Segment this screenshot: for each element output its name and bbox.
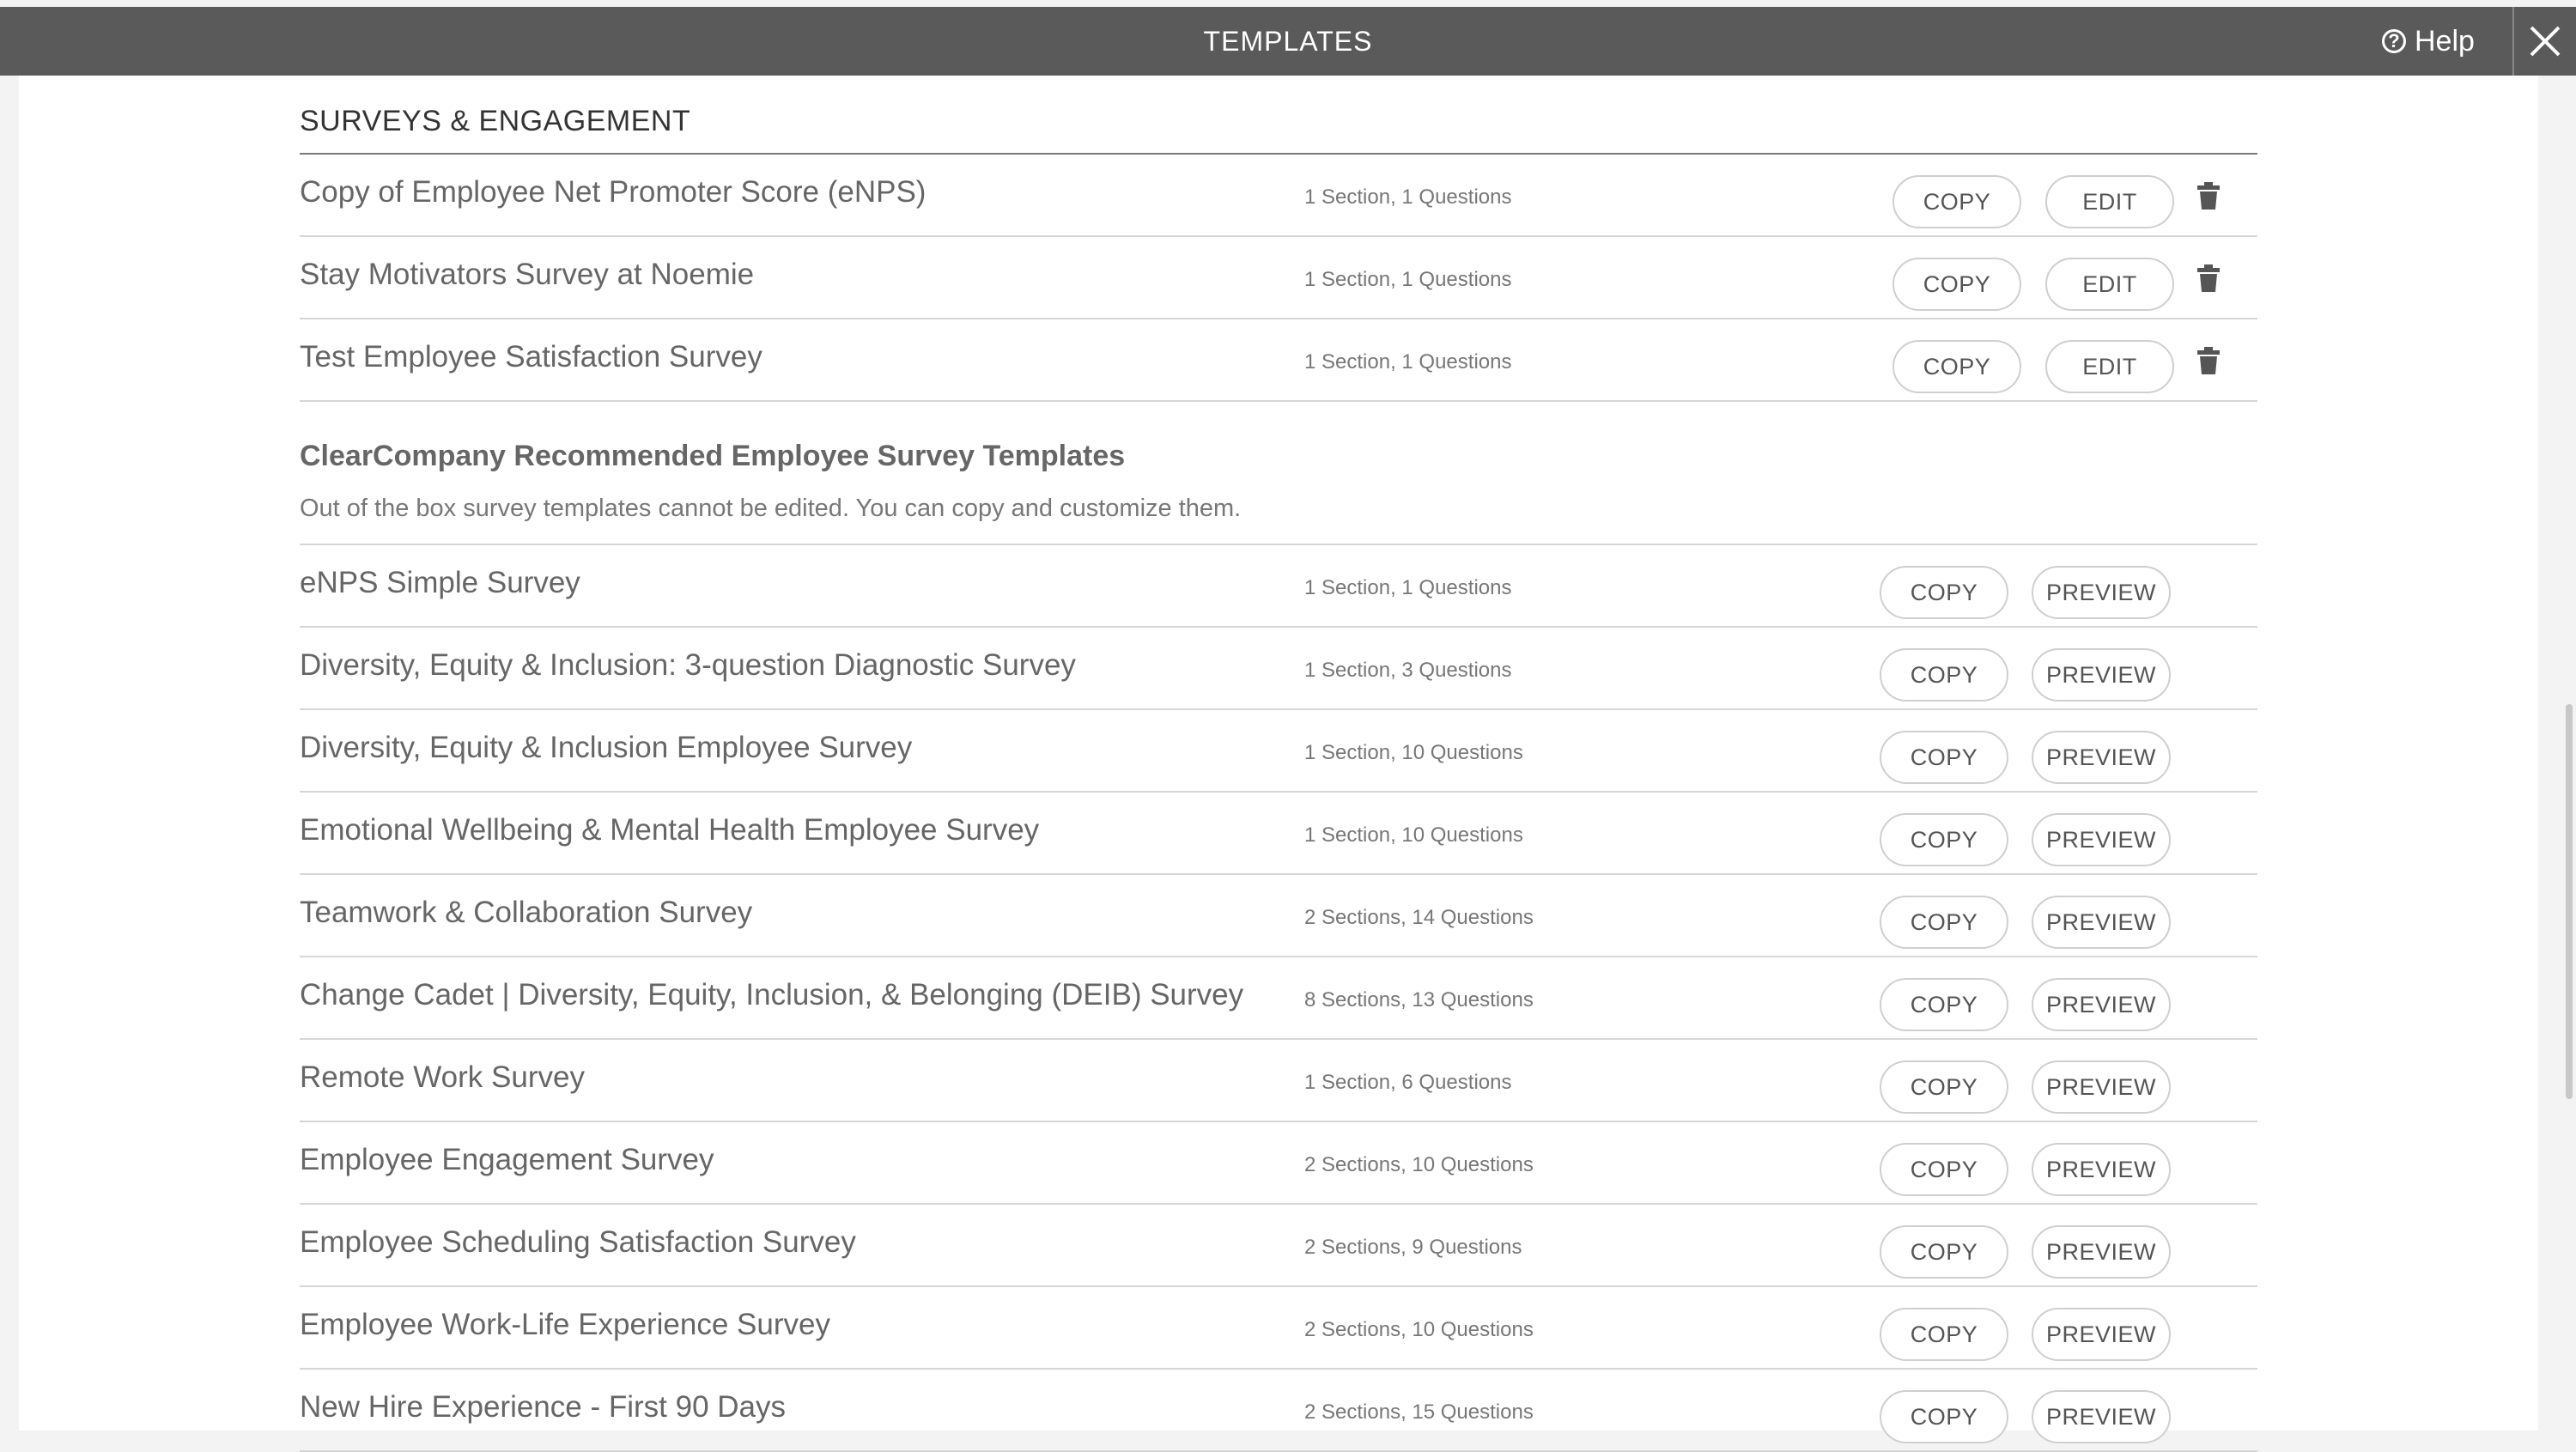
template-meta: 2 Sections, 14 Questions [1304,906,1534,929]
template-meta: 1 Section, 1 Questions [1304,576,1512,599]
template-row: Test Employee Satisfaction Survey 1 Secti… [300,319,2257,402]
preview-button[interactable]: PREVIEW [2032,566,2171,619]
template-row: Copy of Employee Net Promoter Score (eNP… [300,155,2257,237]
template-name: eNPS Simple Survey [300,566,580,599]
scrollbar-thumb[interactable] [2566,704,2573,1099]
close-icon [2530,26,2561,57]
recommended-row: New Hire Experience - First 90 Days 2 Sec… [300,1370,2257,1452]
recommended-row: Employee Work-Life Experience Survey 2 Se… [300,1287,2257,1370]
template-meta: 2 Sections, 9 Questions [1304,1236,1522,1259]
copy-button[interactable]: COPY [1880,731,2008,784]
template-row: Stay Motivators Survey at Noemie 1 Sectio… [300,237,2257,319]
trash-icon[interactable] [2197,182,2220,210]
trash-icon[interactable] [2197,264,2220,292]
template-meta: 1 Section, 10 Questions [1304,823,1523,847]
template-meta: 1 Section, 10 Questions [1304,741,1523,764]
copy-button[interactable]: COPY [1880,813,2008,866]
copy-button[interactable]: COPY [1893,175,2021,228]
section-title: SURVEYS & ENGAGEMENT [300,105,691,137]
template-name: Employee Engagement Survey [300,1143,714,1176]
preview-button[interactable]: PREVIEW [2032,731,2171,784]
copy-button[interactable]: COPY [1880,1308,2008,1361]
recommended-row: Employee Engagement Survey 2 Sections, 10… [300,1122,2257,1205]
preview-button[interactable]: PREVIEW [2032,1225,2171,1279]
template-name: Emotional Wellbeing & Mental Health Empl… [300,813,1040,847]
template-meta: 1 Section, 6 Questions [1304,1071,1512,1094]
preview-button[interactable]: PREVIEW [2032,1143,2171,1196]
copy-button[interactable]: COPY [1880,1225,2008,1279]
template-name: Remote Work Survey [300,1060,585,1094]
copy-button[interactable]: COPY [1880,978,2008,1031]
copy-button[interactable]: COPY [1880,648,2008,702]
template-meta: 2 Sections, 10 Questions [1304,1318,1534,1341]
template-name: New Hire Experience - First 90 Days [300,1390,786,1424]
recommended-subtitle: Out of the box survey templates cannot b… [300,495,1242,522]
help-button[interactable]: ? Help [2382,7,2485,76]
copy-button[interactable]: COPY [1893,340,2021,393]
recommended-row: Diversity, Equity & Inclusion Employee S… [300,710,2257,793]
template-name: Employee Work-Life Experience Survey [300,1308,830,1341]
template-name: Teamwork & Collaboration Survey [300,896,753,929]
copy-button[interactable]: COPY [1880,1390,2008,1443]
template-meta: 1 Section, 1 Questions [1304,350,1512,374]
recommended-row: eNPS Simple Survey 1 Section, 1 Questions… [300,545,2257,628]
recommended-row: Emotional Wellbeing & Mental Health Empl… [300,793,2257,875]
preview-button[interactable]: PREVIEW [2032,1060,2171,1114]
header-bar: TEMPLATES ? Help [0,7,2576,76]
edit-button[interactable]: EDIT [2045,175,2174,228]
edit-button[interactable]: EDIT [2045,258,2174,311]
template-name: Diversity, Equity & Inclusion Employee S… [300,731,913,764]
template-meta: 1 Section, 1 Questions [1304,185,1512,209]
recommended-row: Teamwork & Collaboration Survey 2 Section… [300,875,2257,957]
template-name: Change Cadet | Diversity, Equity, Inclus… [300,978,1244,1012]
preview-button[interactable]: PREVIEW [2032,978,2171,1031]
recommended-row: Diversity, Equity & Inclusion: 3-questio… [300,628,2257,710]
copy-button[interactable]: COPY [1880,896,2008,949]
recommended-row: Employee Scheduling Satisfaction Survey 2… [300,1205,2257,1287]
template-name: Diversity, Equity & Inclusion: 3-questio… [300,648,1076,682]
recommended-title: ClearCompany Recommended Employee Survey… [300,440,1126,472]
help-label: Help [2415,24,2475,58]
edit-button[interactable]: EDIT [2045,340,2174,393]
recommended-row: Remote Work Survey 1 Section, 6 Questions… [300,1040,2257,1122]
page-title: TEMPLATES [1203,26,1373,57]
preview-button[interactable]: PREVIEW [2032,648,2171,702]
preview-button[interactable]: PREVIEW [2032,1390,2171,1443]
close-button[interactable] [2514,7,2576,76]
copy-button[interactable]: COPY [1880,1060,2008,1114]
recommended-row: Change Cadet | Diversity, Equity, Inclus… [300,957,2257,1040]
template-name: Test Employee Satisfaction Survey [300,340,762,374]
template-meta: 2 Sections, 10 Questions [1304,1153,1534,1176]
template-name: Copy of Employee Net Promoter Score (eNP… [300,175,927,209]
template-name: Employee Scheduling Satisfaction Survey [300,1225,856,1259]
copy-button[interactable]: COPY [1893,258,2021,311]
template-meta: 1 Section, 1 Questions [1304,268,1512,291]
template-meta: 8 Sections, 13 Questions [1304,988,1534,1012]
trash-icon[interactable] [2197,347,2220,374]
preview-button[interactable]: PREVIEW [2032,813,2171,866]
preview-button[interactable]: PREVIEW [2032,1308,2171,1361]
template-meta: 1 Section, 3 Questions [1304,659,1512,682]
preview-button[interactable]: PREVIEW [2032,896,2171,949]
copy-button[interactable]: COPY [1880,1143,2008,1196]
help-icon: ? [2382,29,2406,53]
copy-button[interactable]: COPY [1880,566,2008,619]
template-meta: 2 Sections, 15 Questions [1304,1400,1534,1424]
template-name: Stay Motivators Survey at Noemie [300,258,755,291]
